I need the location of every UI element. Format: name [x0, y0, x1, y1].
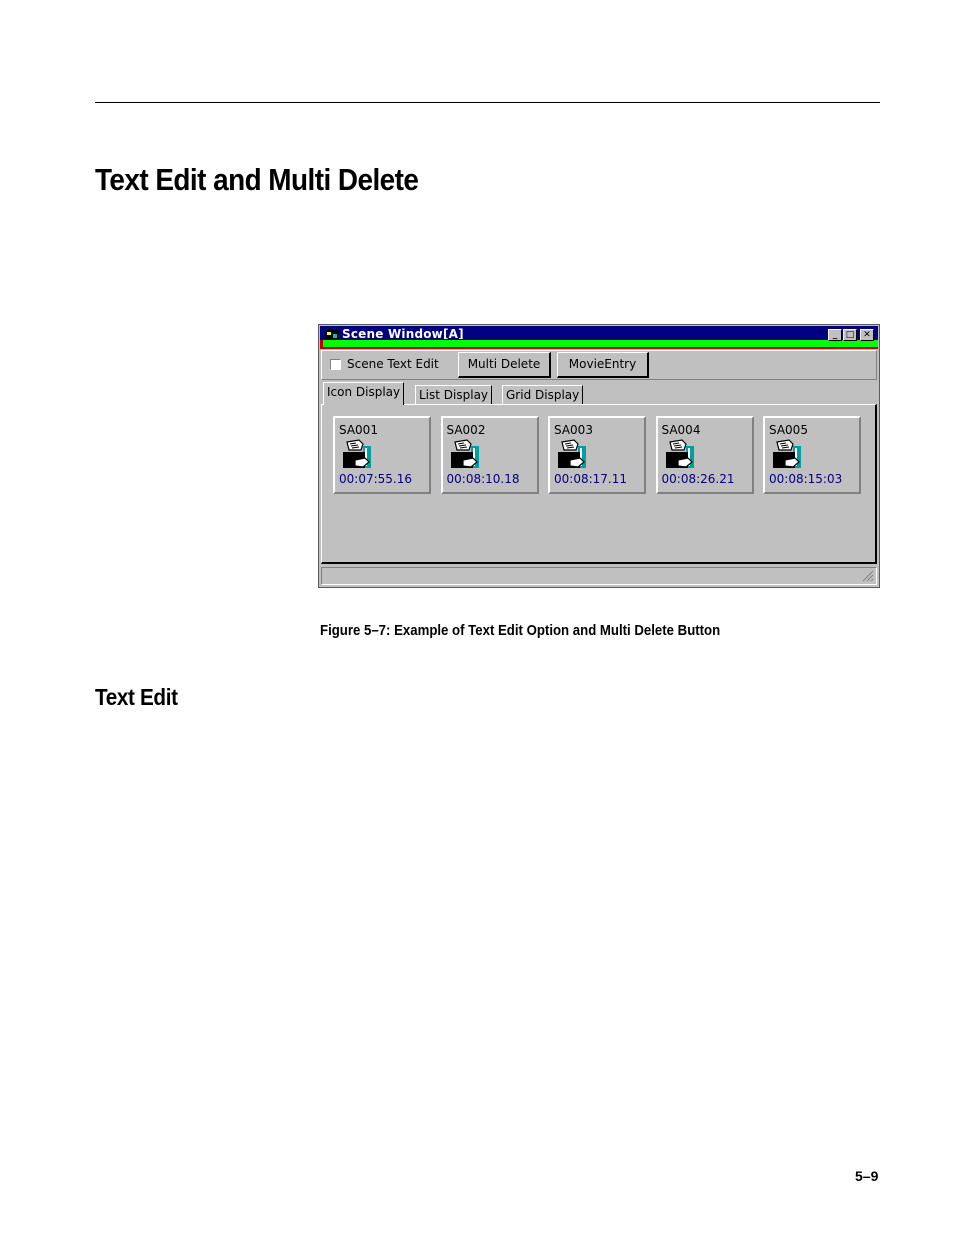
multi-delete-button[interactable]: Multi Delete	[458, 352, 551, 378]
tab-grid-display[interactable]: Grid Display	[502, 385, 584, 405]
scene-timecode: 00:08:15:03	[769, 472, 843, 486]
scene-timecode: 00:08:26.21	[661, 472, 735, 486]
clapper-hand-icon	[450, 439, 479, 468]
maximize-button[interactable]: □	[843, 329, 857, 341]
scene-name: SA004	[661, 423, 701, 437]
scene-text-edit-option[interactable]: Scene Text Edit	[330, 357, 439, 371]
window-title: Scene Window[A]	[342, 327, 464, 339]
close-button[interactable]: ✕	[860, 329, 874, 341]
scene-card[interactable]: SA001 00:07:55.16	[333, 416, 431, 494]
window-titlebar[interactable]: Scene Window[A] _ □ ✕	[320, 326, 878, 349]
scene-text-edit-checkbox[interactable]	[330, 358, 341, 370]
scene-timecode: 00:07:55.16	[339, 472, 412, 486]
scene-card[interactable]: SA004 00:08:26.21	[655, 416, 754, 494]
scene-card[interactable]: SA003 00:08:17.11	[548, 416, 646, 494]
scene-timecode: 00:08:10.18	[446, 472, 520, 486]
scene-name: SA005	[769, 423, 808, 437]
clapper-hand-icon	[665, 439, 694, 468]
clapper-hand-icon	[773, 439, 801, 468]
page-title: Text Edit and Multi Delete	[95, 162, 419, 197]
page-number: 5–9	[855, 1168, 879, 1184]
header-rule	[95, 102, 880, 103]
figure-caption: Figure 5–7: Example of Text Edit Option …	[320, 622, 721, 639]
scene-name: SA001	[339, 423, 378, 437]
scene-card[interactable]: SA002 00:08:10.18	[440, 416, 539, 494]
scene-name: SA003	[554, 423, 593, 437]
window-toolbar: Scene Text Edit Multi Delete MovieEntry	[321, 350, 877, 380]
scene-window: Scene Window[A] _ □ ✕ Scene Text Edit Mu…	[318, 324, 880, 588]
title-highlight-bar	[320, 340, 878, 349]
clapper-hand-icon	[558, 439, 586, 468]
status-bar	[321, 567, 877, 585]
title-highlight-edge	[320, 340, 323, 349]
scene-card[interactable]: SA005 00:08:15:03	[763, 416, 861, 494]
scene-text-edit-label: Scene Text Edit	[347, 357, 439, 371]
section-heading: Text Edit	[95, 684, 178, 710]
scene-name: SA002	[446, 423, 486, 437]
movie-entry-button[interactable]: MovieEntry	[557, 352, 649, 378]
clapper-hand-icon	[343, 439, 371, 468]
resize-grip-icon[interactable]	[862, 570, 874, 582]
tab-icon-display[interactable]: Icon Display	[323, 382, 405, 405]
tab-list-display[interactable]: List Display	[415, 385, 493, 405]
minimize-button[interactable]: _	[828, 329, 842, 341]
icon-display-panel: SA001 00:07:55.16 SA002 00:08:10.18 SA003 00:…	[321, 404, 877, 564]
scene-timecode: 00:08:17.11	[554, 472, 627, 486]
